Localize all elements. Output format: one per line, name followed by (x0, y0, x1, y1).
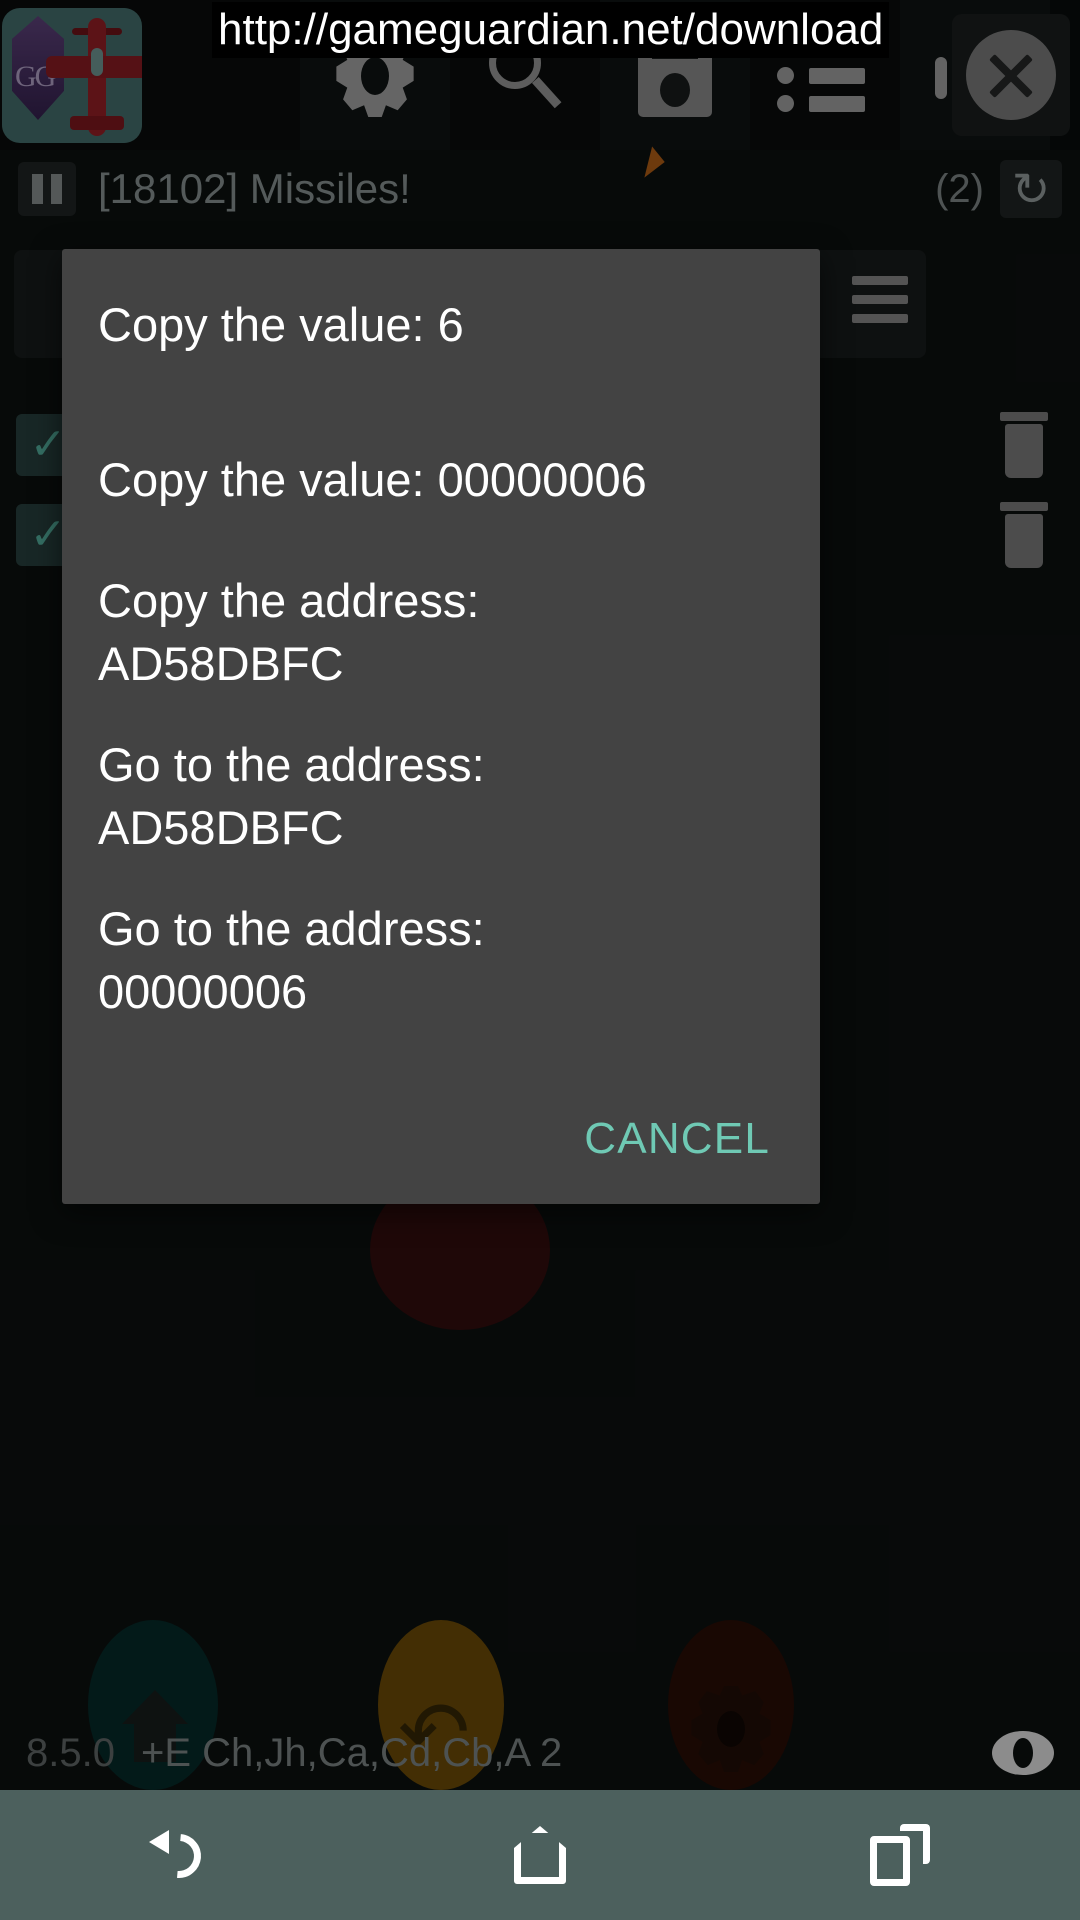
nav-recents-button[interactable] (830, 1800, 970, 1910)
recents-icon (870, 1824, 930, 1886)
menu-item-goto-address-value[interactable]: Go to the address: 00000006 (62, 887, 820, 1051)
menu-item-label-line2: AD58DBFC (98, 637, 344, 690)
menu-item-copy-value-hex[interactable]: Copy the value: 00000006 (62, 399, 820, 559)
menu-item-label-line1: Go to the address: (98, 902, 485, 955)
menu-item-goto-address[interactable]: Go to the address: AD58DBFC (62, 723, 820, 887)
menu-item-label: Copy the value: 00000006 (98, 452, 647, 506)
nav-home-button[interactable] (470, 1800, 610, 1910)
menu-item-label-line2: 00000006 (98, 965, 308, 1018)
menu-item-copy-address[interactable]: Copy the address: AD58DBFC (62, 559, 820, 723)
screen-root: GG http://gameguardian.net/download [181… (0, 0, 1080, 1920)
menu-item-copy-value[interactable]: Copy the value: 6 (62, 249, 820, 399)
home-icon (514, 1826, 566, 1884)
dialog-actions: CANCEL (62, 1074, 820, 1204)
url-banner: http://gameguardian.net/download (212, 2, 890, 58)
menu-item-label-line2: AD58DBFC (98, 801, 344, 854)
menu-item-label-line1: Go to the address: (98, 738, 485, 791)
cancel-button[interactable]: CANCEL (574, 1100, 780, 1178)
context-menu-dialog: Copy the value: 6 Copy the value: 000000… (62, 249, 820, 1204)
nav-back-button[interactable] (110, 1800, 250, 1910)
back-icon (148, 1824, 211, 1887)
android-navigation-bar (0, 1790, 1080, 1920)
dialog-item-list: Copy the value: 6 Copy the value: 000000… (62, 249, 820, 1074)
menu-item-label: Copy the value: 6 (98, 297, 464, 351)
menu-item-label-line1: Copy the address: (98, 574, 480, 627)
